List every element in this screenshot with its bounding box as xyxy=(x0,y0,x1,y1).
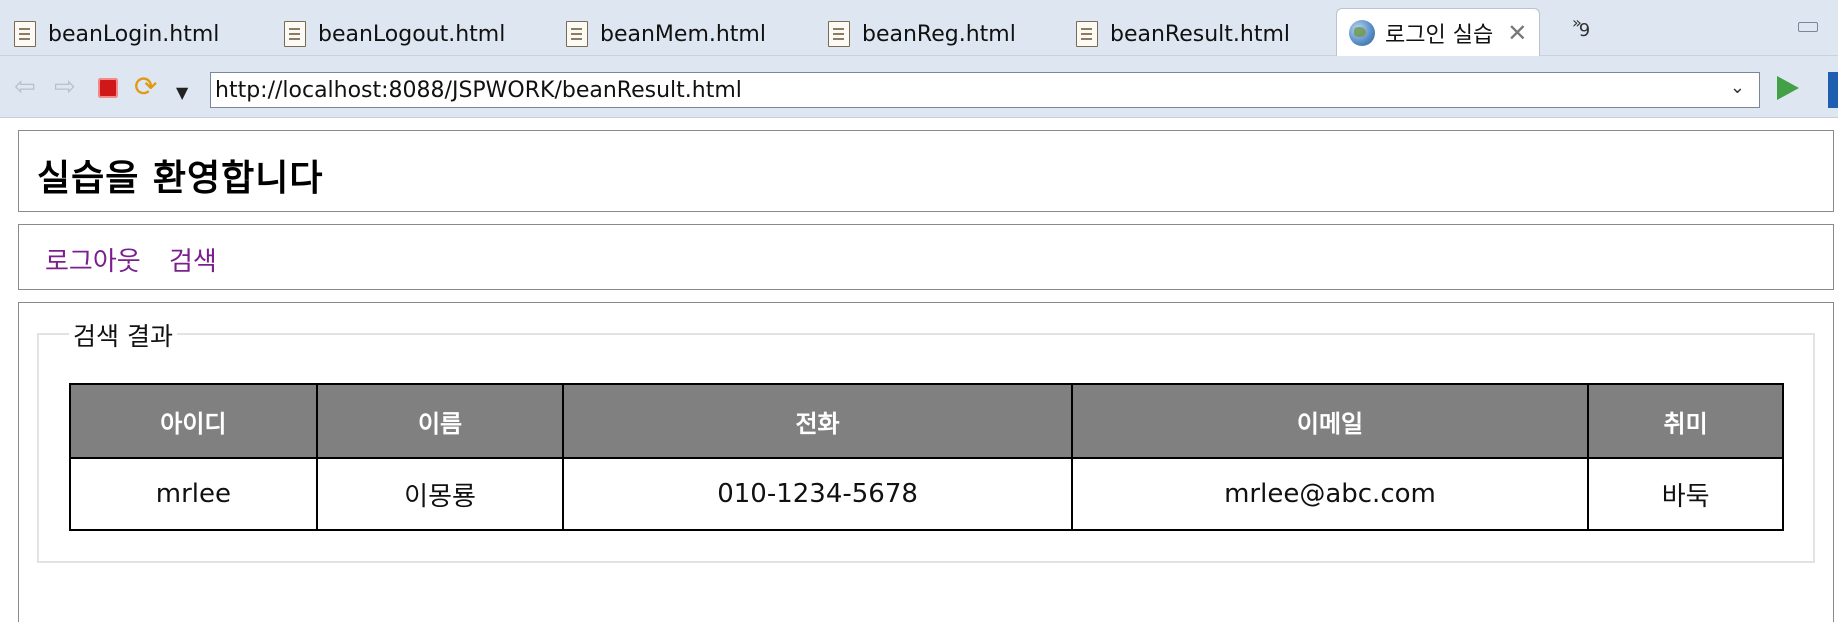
tab-beanreg[interactable]: beanReg.html xyxy=(828,12,1016,56)
forward-arrow-icon[interactable]: ⇨ xyxy=(54,72,76,102)
html-file-icon xyxy=(14,21,36,47)
tab-label: beanLogin.html xyxy=(48,21,220,47)
cell-phone: 010-1234-5678 xyxy=(562,457,1073,531)
tab-label: beanMem.html xyxy=(600,21,766,47)
tab-label: beanReg.html xyxy=(862,21,1016,47)
go-icon[interactable] xyxy=(1777,76,1799,100)
page-title: 실습을 환영합니다 xyxy=(37,158,324,199)
header-section: 실습을 환영합니다 xyxy=(18,130,1834,212)
column-header-id: 아이디 xyxy=(69,383,318,459)
tab-label: 로그인 실습 xyxy=(1385,22,1494,48)
close-icon[interactable]: ✕ xyxy=(1507,21,1527,45)
content-section: 검색 결과 아이디 이름 전화 이메일 취미 mrlee 이몽룡 010-123… xyxy=(18,302,1834,622)
cell-email: mrlee@abc.com xyxy=(1070,457,1590,531)
cell-name: 이몽룡 xyxy=(315,457,565,531)
double-chevron-icon: ›› xyxy=(1572,13,1582,32)
html-file-icon xyxy=(828,21,850,47)
tab-beanlogin[interactable]: beanLogin.html xyxy=(14,12,219,56)
tab-label: beanLogout.html xyxy=(318,21,506,47)
browser-page: 실습을 환영합니다 로그아웃 검색 검색 결과 아이디 이름 전화 이메일 취미… xyxy=(0,118,1838,622)
stop-icon[interactable] xyxy=(98,78,118,98)
search-link[interactable]: 검색 xyxy=(169,241,217,278)
table-header-row: 아이디 이름 전화 이메일 취미 xyxy=(69,383,1784,459)
column-header-name: 이름 xyxy=(315,383,565,459)
html-file-icon xyxy=(1076,21,1098,47)
table-row: mrlee 이몽룡 010-1234-5678 mrlee@abc.com 바둑 xyxy=(69,457,1784,531)
column-header-email: 이메일 xyxy=(1070,383,1590,459)
logout-link[interactable]: 로그아웃 xyxy=(45,241,141,278)
tab-beanlogout[interactable]: beanLogout.html xyxy=(284,12,505,56)
chevron-down-icon[interactable]: ⌄ xyxy=(1730,77,1745,98)
toolbar-edge-button[interactable] xyxy=(1828,72,1838,108)
fieldset-legend: 검색 결과 xyxy=(69,317,177,353)
dropdown-arrow-icon[interactable]: ▼ xyxy=(176,78,188,108)
tab-beanmem[interactable]: beanMem.html xyxy=(566,12,766,56)
tab-beanresult[interactable]: beanResult.html xyxy=(1076,12,1290,56)
cell-hobby: 바둑 xyxy=(1587,457,1784,531)
editor-tab-bar: beanLogin.html beanLogout.html beanMem.h… xyxy=(0,0,1838,56)
tab-label: beanResult.html xyxy=(1110,21,1291,47)
overflow-count: 9 xyxy=(1578,20,1591,41)
globe-icon xyxy=(1349,19,1375,46)
minimize-icon[interactable] xyxy=(1798,22,1818,32)
refresh-icon[interactable]: ⟳ xyxy=(134,72,157,102)
browser-toolbar: ⇦ ⇨ ⟳ ▼ http://localhost:8088/JSPWORK/be… xyxy=(0,56,1838,118)
url-input[interactable]: http://localhost:8088/JSPWORK/beanResult… xyxy=(210,72,1760,108)
html-file-icon xyxy=(566,21,588,47)
tab-overflow-button[interactable]: ››9 xyxy=(1572,12,1590,41)
search-result-fieldset: 검색 결과 아이디 이름 전화 이메일 취미 mrlee 이몽룡 010-123… xyxy=(37,317,1815,563)
column-header-hobby: 취미 xyxy=(1587,383,1784,459)
tab-login-practice[interactable]: 로그인 실습 ✕ xyxy=(1336,8,1541,56)
html-file-icon xyxy=(284,21,306,47)
back-arrow-icon[interactable]: ⇦ xyxy=(14,72,36,102)
result-table: 아이디 이름 전화 이메일 취미 mrlee 이몽룡 010-1234-5678… xyxy=(69,383,1784,531)
cell-id: mrlee xyxy=(69,457,318,531)
url-text: http://localhost:8088/JSPWORK/beanResult… xyxy=(215,77,742,103)
nav-section: 로그아웃 검색 xyxy=(18,224,1834,290)
column-header-phone: 전화 xyxy=(562,383,1073,459)
